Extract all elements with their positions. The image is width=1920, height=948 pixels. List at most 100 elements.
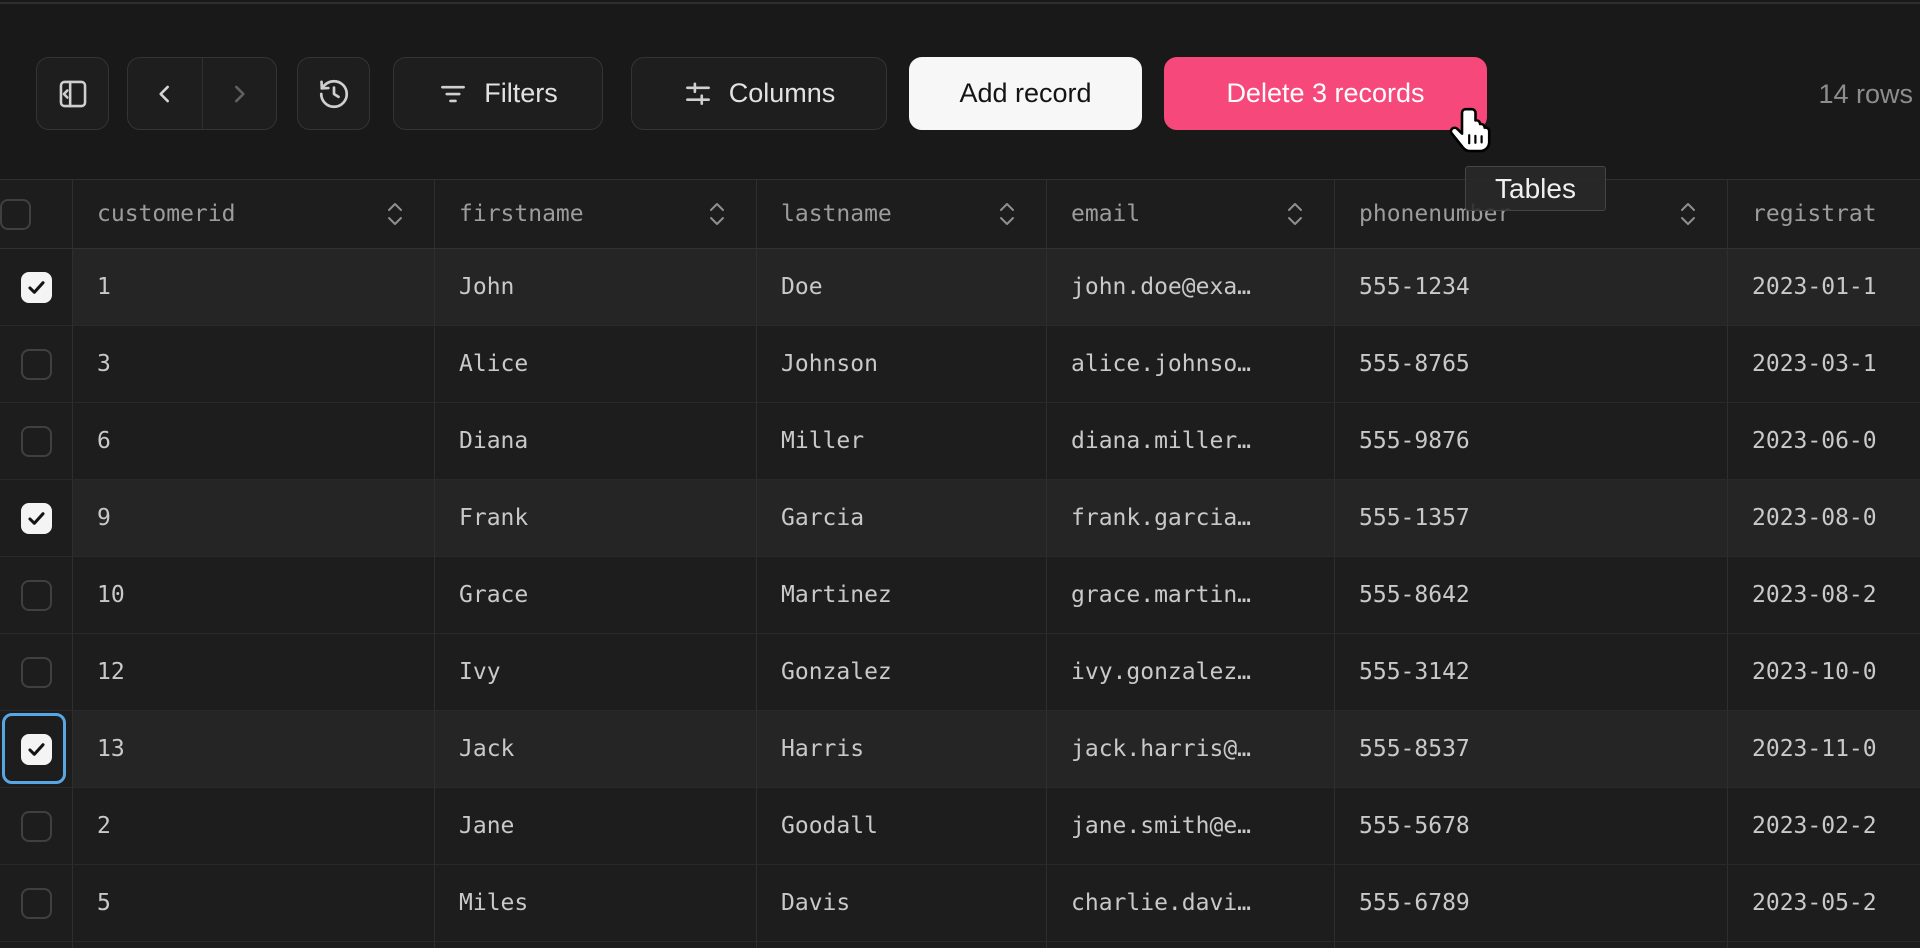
sort-icon[interactable]: [706, 199, 728, 229]
cell-email[interactable]: alice.johnso…: [1047, 326, 1335, 403]
cell-lastname[interactable]: Miller: [757, 403, 1047, 480]
delete-records-button[interactable]: Delete 3 records: [1164, 57, 1487, 130]
cell-email[interactable]: jack.harris@…: [1047, 711, 1335, 788]
cell-customerid[interactable]: 5: [73, 865, 435, 942]
cell-phonenumber[interactable]: 555-8765: [1335, 326, 1728, 403]
cell-lastname[interactable]: Harris: [757, 711, 1047, 788]
cell-phonenumber[interactable]: 555-8642: [1335, 557, 1728, 634]
filters-button[interactable]: Filters: [393, 57, 603, 130]
cell-value: 2023-08-2: [1752, 582, 1877, 608]
row-select-cell[interactable]: [0, 326, 73, 403]
cell-phonenumber[interactable]: 555-1357: [1335, 480, 1728, 557]
sort-icon[interactable]: [1284, 199, 1306, 229]
cell-firstname[interactable]: Grace: [435, 557, 757, 634]
cell-phonenumber[interactable]: 555-5678: [1335, 788, 1728, 865]
cell-lastname[interactable]: Gonzalez: [757, 634, 1047, 711]
cell-customerid[interactable]: 1: [73, 249, 435, 326]
columns-button[interactable]: Columns: [631, 57, 887, 130]
cell-phonenumber[interactable]: 555-9876: [1335, 403, 1728, 480]
cell-firstname[interactable]: John: [435, 249, 757, 326]
cell-firstname[interactable]: Ivy: [435, 634, 757, 711]
row-checkbox-checked[interactable]: [21, 272, 52, 303]
cell-email[interactable]: ivy.gonzalez…: [1047, 634, 1335, 711]
cell-lastname[interactable]: Davis: [757, 865, 1047, 942]
cell-registrationdate[interactable]: 2023-11-0: [1728, 711, 1920, 788]
cell-phonenumber[interactable]: 555-3142: [1335, 634, 1728, 711]
cell-registrationdate[interactable]: 2023-03-1: [1728, 326, 1920, 403]
query-history-button[interactable]: [297, 57, 370, 130]
cell-firstname[interactable]: Jack: [435, 711, 757, 788]
row-checkbox[interactable]: [21, 657, 52, 688]
row-select-cell[interactable]: [0, 788, 73, 865]
cell-lastname[interactable]: Doe: [757, 249, 1047, 326]
cell-email[interactable]: john.doe@exa…: [1047, 249, 1335, 326]
cell-phonenumber[interactable]: 555-8537: [1335, 711, 1728, 788]
cell-customerid[interactable]: 10: [73, 557, 435, 634]
select-all-header-cell[interactable]: [0, 180, 73, 249]
sort-icon[interactable]: [996, 199, 1018, 229]
cell-firstname[interactable]: Alice: [435, 326, 757, 403]
select-all-checkbox[interactable]: [0, 199, 31, 230]
cell-email[interactable]: grace.martin…: [1047, 557, 1335, 634]
column-header-email[interactable]: email: [1047, 180, 1335, 249]
cell-customerid[interactable]: 13: [73, 711, 435, 788]
row-select-cell[interactable]: [0, 480, 73, 557]
column-header-customerid[interactable]: customerid: [73, 180, 435, 249]
cell-value: 9: [97, 505, 111, 531]
cell-lastname[interactable]: Goodall: [757, 788, 1047, 865]
row-checkbox-checked[interactable]: [21, 503, 52, 534]
cell-firstname[interactable]: Frank: [435, 480, 757, 557]
cell-registrationdate[interactable]: 2023-02-2: [1728, 788, 1920, 865]
row-select-cell[interactable]: [0, 557, 73, 634]
row-select-cell[interactable]: [0, 865, 73, 942]
cell-email[interactable]: charlie.davi…: [1047, 865, 1335, 942]
row-checkbox[interactable]: [21, 426, 52, 457]
row-checkbox[interactable]: [21, 580, 52, 611]
row-select-cell[interactable]: [0, 711, 73, 788]
cell-firstname[interactable]: Jane: [435, 788, 757, 865]
cell-registrationdate[interactable]: 2023-06-0: [1728, 403, 1920, 480]
row-select-cell[interactable]: [0, 249, 73, 326]
cell-value: 555-1357: [1359, 505, 1470, 531]
cell-email[interactable]: frank.garcia…: [1047, 480, 1335, 557]
sort-icon[interactable]: [384, 199, 406, 229]
cell-phonenumber[interactable]: 555-1234: [1335, 249, 1728, 326]
cell-phonenumber[interactable]: 555-6789: [1335, 865, 1728, 942]
filters-button-label: Filters: [484, 78, 558, 109]
cell-registrationdate[interactable]: 2023-08-0: [1728, 480, 1920, 557]
sort-icon[interactable]: [1677, 199, 1699, 229]
cell-customerid[interactable]: 3: [73, 326, 435, 403]
row-checkbox[interactable]: [21, 811, 52, 842]
cell-value: Garcia: [781, 505, 864, 531]
cell-email[interactable]: jane.smith@e…: [1047, 788, 1335, 865]
cell-customerid[interactable]: 12: [73, 634, 435, 711]
add-record-button[interactable]: Add record: [909, 57, 1142, 130]
cell-value: 2023-01-1: [1752, 274, 1877, 300]
collapse-sidebar-button[interactable]: [36, 57, 109, 130]
cell-lastname[interactable]: Garcia: [757, 480, 1047, 557]
column-header-lastname[interactable]: lastname: [757, 180, 1047, 249]
cell-registrationdate[interactable]: 2023-05-2: [1728, 865, 1920, 942]
cell-firstname[interactable]: Miles: [435, 865, 757, 942]
cell-email[interactable]: diana.miller…: [1047, 403, 1335, 480]
cell-customerid[interactable]: 6: [73, 403, 435, 480]
cell-value: 5: [97, 890, 111, 916]
row-checkbox[interactable]: [21, 888, 52, 919]
cell-customerid[interactable]: 2: [73, 788, 435, 865]
cell-registrationdate[interactable]: 2023-10-0: [1728, 634, 1920, 711]
row-select-cell[interactable]: [0, 403, 73, 480]
forward-button[interactable]: [202, 58, 276, 129]
column-header-registrationdate[interactable]: registrat: [1728, 180, 1920, 249]
row-select-cell[interactable]: [0, 634, 73, 711]
cell-firstname[interactable]: Diana: [435, 403, 757, 480]
cell-customerid[interactable]: 9: [73, 480, 435, 557]
cell-registrationdate[interactable]: 2023-08-2: [1728, 557, 1920, 634]
row-checkbox-checked[interactable]: [21, 734, 52, 765]
cell-value: Miles: [459, 890, 528, 916]
cell-registrationdate[interactable]: 2023-01-1: [1728, 249, 1920, 326]
back-button[interactable]: [128, 58, 202, 129]
cell-lastname[interactable]: Martinez: [757, 557, 1047, 634]
row-checkbox[interactable]: [21, 349, 52, 380]
column-header-firstname[interactable]: firstname: [435, 180, 757, 249]
cell-lastname[interactable]: Johnson: [757, 326, 1047, 403]
